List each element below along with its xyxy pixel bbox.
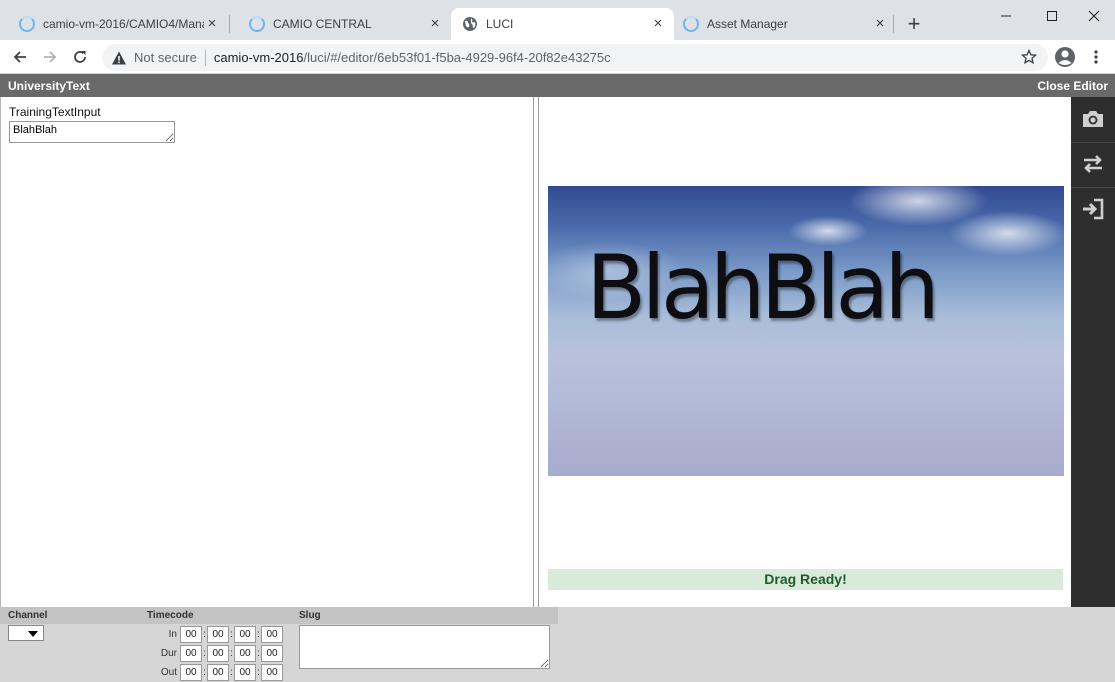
timecode-minutes[interactable]: 00 — [207, 663, 229, 681]
reload-button[interactable] — [67, 44, 93, 70]
preview-pane: BlahBlah Drag Ready! — [539, 97, 1071, 607]
camera-icon — [1083, 111, 1103, 127]
tab-luci[interactable]: LUCI × — [451, 8, 674, 40]
tab-camio-central[interactable]: CAMIO CENTRAL × — [230, 8, 451, 40]
preview-text: BlahBlah — [586, 236, 940, 339]
timecode-seconds[interactable]: 00 — [234, 625, 256, 643]
minimize-icon — [1001, 15, 1011, 17]
slug-input[interactable] — [299, 625, 550, 669]
tab-asset-manager[interactable]: Asset Manager × — [674, 8, 896, 40]
bottom-panel: Channel Timecode Slug In 00: 00: 00: 00 … — [0, 607, 1115, 682]
timecode-hours[interactable]: 00 — [180, 644, 202, 662]
close-icon — [1088, 10, 1100, 22]
timecode-hours[interactable]: 00 — [180, 625, 202, 643]
globe-icon — [463, 17, 477, 31]
tab-close-icon[interactable]: × — [427, 16, 443, 32]
timecode-out-label: Out — [160, 666, 177, 678]
timecode-seconds[interactable]: 00 — [234, 663, 256, 681]
tab-close-icon[interactable]: × — [650, 16, 666, 32]
maximize-icon — [1047, 11, 1057, 21]
timecode-out-row: Out 00: 00: 00: 00 — [150, 663, 283, 681]
camio-loading-icon — [19, 16, 35, 32]
url-path: /luci/#/editor/6eb53f01-f5ba-4929-96f4-2… — [303, 50, 611, 65]
template-title: UniversityText — [8, 79, 90, 93]
form-pane: TrainingTextInput BlahBlah — [0, 97, 535, 607]
channel-label: Channel — [8, 610, 48, 621]
timecode-dur-row: Dur 00: 00: 00: 00 — [150, 644, 283, 662]
preview-image: BlahBlah — [548, 186, 1064, 476]
close-editor-button[interactable]: Close Editor — [1037, 79, 1108, 93]
forward-button[interactable] — [37, 44, 63, 70]
back-button[interactable] — [7, 44, 33, 70]
sign-in-button[interactable] — [1071, 187, 1115, 231]
more-vert-icon — [1094, 50, 1098, 64]
editor-header: UniversityText Close Editor — [0, 74, 1115, 97]
close-window-button[interactable] — [1071, 4, 1115, 28]
address-divider — [204, 49, 206, 66]
training-text-input[interactable]: BlahBlah — [9, 121, 175, 143]
timecode-seconds[interactable]: 00 — [234, 644, 256, 662]
timecode-in-row: In 00: 00: 00: 00 — [150, 625, 283, 643]
new-tab-button[interactable]: + — [902, 13, 926, 37]
timecode-dur-label: Dur — [160, 647, 177, 659]
tab-divider — [893, 15, 894, 33]
browser-tab-strip: camio-vm-2016/CAMIO4/Manag × CAMIO CENTR… — [0, 0, 1115, 40]
minimize-button[interactable] — [983, 4, 1029, 28]
security-label[interactable]: Not secure — [134, 50, 197, 65]
profile-button[interactable] — [1052, 44, 1078, 70]
channel-select[interactable] — [8, 625, 44, 641]
swap-button[interactable] — [1071, 142, 1115, 186]
tab-title: LUCI — [486, 17, 514, 31]
timecode-frames[interactable]: 00 — [261, 644, 283, 662]
tab-title: Asset Manager — [707, 17, 788, 31]
timecode-label: Timecode — [147, 610, 194, 621]
tab-title: CAMIO CENTRAL — [273, 17, 372, 31]
snapshot-button[interactable] — [1071, 97, 1115, 141]
star-icon — [1021, 49, 1037, 65]
timecode-hours[interactable]: 00 — [180, 663, 202, 681]
preview-toolbar — [1071, 97, 1115, 607]
slug-label: Slug — [299, 610, 321, 621]
warning-icon[interactable] — [111, 50, 127, 66]
reload-icon — [74, 51, 86, 63]
url-host: camio-vm-2016 — [213, 50, 304, 65]
tab-close-icon[interactable]: × — [204, 16, 220, 32]
arrow-left-icon — [13, 51, 26, 63]
timecode-minutes[interactable]: 00 — [207, 625, 229, 643]
arrow-right-icon — [44, 51, 57, 63]
tab-close-icon[interactable]: × — [872, 16, 888, 32]
timecode-frames[interactable]: 00 — [261, 625, 283, 643]
dropdown-arrow-icon — [28, 631, 38, 637]
maximize-button[interactable] — [1029, 4, 1075, 28]
timecode-in-label: In — [168, 628, 177, 640]
timecode-frames[interactable]: 00 — [261, 663, 283, 681]
tab-title: camio-vm-2016/CAMIO4/Manag — [43, 17, 204, 31]
training-text-input-label: TrainingTextInput — [9, 105, 101, 119]
account-icon — [1055, 47, 1075, 67]
camio-loading-icon — [683, 16, 699, 32]
camio-loading-icon — [249, 16, 265, 32]
swap-icon — [1084, 155, 1102, 173]
cloud — [948, 211, 1064, 256]
drag-ready-status[interactable]: Drag Ready! — [548, 569, 1063, 590]
bookmark-button[interactable] — [1016, 44, 1042, 70]
tab-camio4[interactable]: camio-vm-2016/CAMIO4/Manag × — [0, 8, 228, 40]
sign-in-icon — [1083, 198, 1104, 220]
menu-button[interactable] — [1083, 44, 1109, 70]
address-bar[interactable]: Not secure camio-vm-2016/luci/#/editor/6… — [102, 44, 1048, 71]
timecode-minutes[interactable]: 00 — [207, 644, 229, 662]
bottom-header: Channel Timecode Slug — [0, 607, 558, 624]
browser-toolbar: Not secure camio-vm-2016/luci/#/editor/6… — [0, 40, 1115, 74]
